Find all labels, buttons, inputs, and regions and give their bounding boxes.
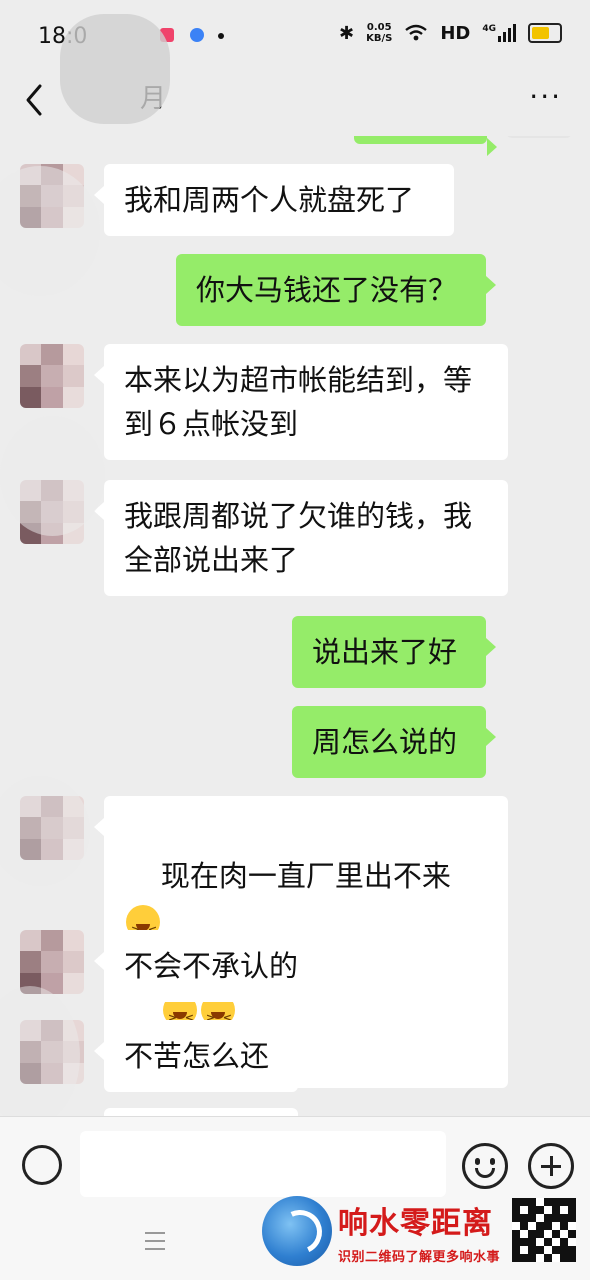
message-bubble-out[interactable]: 你大马钱还了没有？ bbox=[176, 254, 496, 326]
qr-code-icon bbox=[512, 1198, 576, 1262]
hd-badge: HD bbox=[440, 22, 471, 44]
privacy-blur bbox=[60, 14, 170, 124]
watermark-title: 响水零距离 bbox=[338, 1206, 493, 1241]
browser-app-icon bbox=[190, 28, 204, 42]
avatar[interactable] bbox=[20, 930, 84, 994]
notification-dot-icon bbox=[218, 33, 224, 39]
battery-icon bbox=[528, 23, 562, 43]
message-input[interactable] bbox=[80, 1131, 446, 1197]
message-bubble-in[interactable]: 不会不承认的 bbox=[94, 930, 330, 1002]
watermark-subtitle: 识别二维码了解更多响水事 bbox=[338, 1250, 501, 1265]
watermark-logo bbox=[262, 1196, 332, 1266]
privacy-blur bbox=[0, 776, 90, 886]
avatar[interactable] bbox=[20, 344, 84, 408]
privacy-blur bbox=[0, 416, 105, 536]
message-bubble-out[interactable]: 周怎么说的 bbox=[292, 706, 496, 778]
message-bubble-in[interactable]: 本来以为超市帐能结到，等 到６点帐没到 bbox=[94, 344, 508, 460]
battery-fill bbox=[532, 27, 549, 39]
privacy-blur bbox=[0, 166, 100, 296]
add-attachment-icon[interactable] bbox=[528, 1143, 574, 1189]
emoji-icon[interactable] bbox=[462, 1143, 508, 1189]
partial-message-bubble-faded bbox=[506, 136, 572, 138]
message-bubble-in[interactable]: 我跟周都说了欠谁的钱，我 全部说出来了 bbox=[94, 480, 508, 596]
chat-area[interactable]: 我和周两个人就盘死了 你大马钱还了没有？ 本来以为超市帐能结到，等 到６点帐没到… bbox=[0, 136, 590, 1116]
signal-icon: 4G bbox=[482, 24, 516, 42]
more-options-icon[interactable]: ··· bbox=[529, 80, 562, 113]
net-speed-unit: KB/S bbox=[366, 33, 393, 44]
wifi-icon bbox=[405, 24, 428, 41]
voice-input-icon[interactable] bbox=[22, 1145, 62, 1185]
network-type: 4G bbox=[482, 24, 496, 34]
net-speed: 0.05 KB/S bbox=[366, 22, 392, 44]
message-bubble-out[interactable]: 说出来了好 bbox=[292, 616, 496, 688]
net-speed-value: 0.05 bbox=[366, 22, 392, 33]
privacy-blur bbox=[0, 986, 80, 1116]
partial-message-bubble bbox=[104, 1108, 298, 1116]
partial-message-bubble bbox=[354, 136, 497, 156]
message-bubble-in[interactable]: 不苦怎么还 bbox=[94, 1020, 298, 1092]
message-text: 现在肉一直厂里出不来 bbox=[160, 859, 451, 893]
back-arrow-icon[interactable] bbox=[16, 78, 56, 122]
bluetooth-icon: ✱ bbox=[339, 22, 355, 44]
message-bubble-in[interactable]: 我和周两个人就盘死了 bbox=[94, 164, 454, 236]
menu-icon[interactable] bbox=[145, 1232, 165, 1250]
